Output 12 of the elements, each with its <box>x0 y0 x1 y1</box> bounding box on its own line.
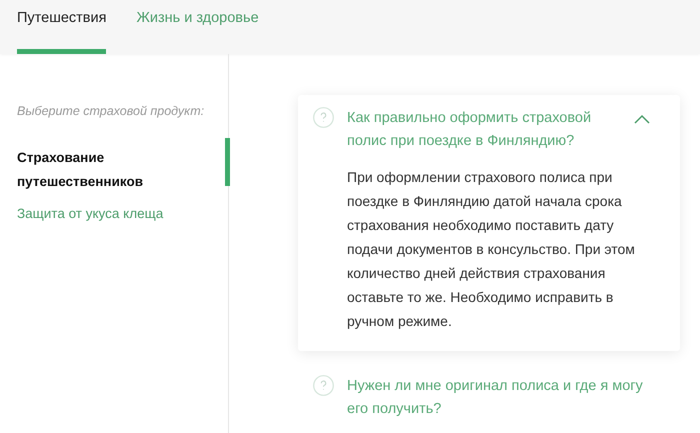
question-icon <box>313 375 334 396</box>
faq-question[interactable]: Как правильно оформить страховой полис при поездке в Финляндию? <box>347 107 621 153</box>
faq-question[interactable]: Нужен ли мне оригинал полиса и где я могу его получить? <box>347 375 660 421</box>
chevron-up-icon[interactable] <box>634 114 650 124</box>
tab[interactable]: Путешествия <box>17 0 106 54</box>
hint-label: Выберите страховой продукт: <box>17 104 206 118</box>
active-indicator <box>225 138 230 186</box>
faq-answer: При оформлении страхового полиса при поездке в Финляндию датой начала срока страхования необходимо поставить дату подачи документов в консульство. При этом количество дней действия страхования оставьте то же. Необходимо исправить в ручном режиме. <box>347 168 636 331</box>
sidebar-item[interactable]: Страхование путешественников <box>17 146 217 194</box>
tab[interactable]: Жизнь и здоровье <box>136 0 259 54</box>
question-icon <box>313 107 334 128</box>
sidebar-item[interactable]: Защита от укуса клеща <box>17 202 217 226</box>
